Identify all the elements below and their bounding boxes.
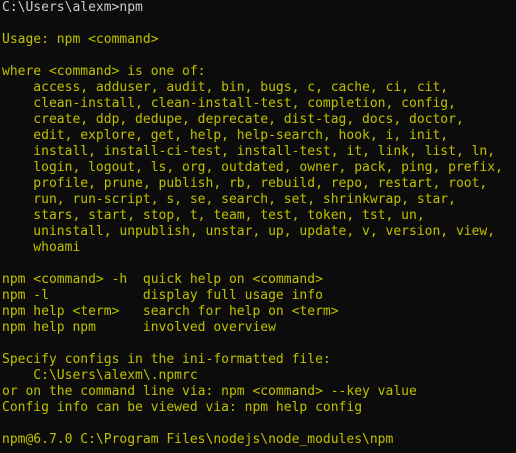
commands-line: edit, explore, get, help, help-search, h… — [2, 128, 449, 143]
commands-line: profile, prune, publish, rb, rebuild, re… — [2, 176, 488, 191]
config-line: C:\Users\alexm\.npmrc — [2, 368, 198, 383]
usage-line: Usage: npm <command> — [2, 32, 159, 47]
scrollbar[interactable] — [512, 0, 516, 453]
commands-line: whoami — [2, 240, 81, 255]
commands-line: stars, start, stop, t, team, test, token… — [2, 208, 425, 223]
help-line: npm help npm involved overview — [2, 320, 276, 335]
command-prompt-line: C:\Users\alexm>npm — [2, 0, 143, 15]
commands-line: create, ddp, dedupe, deprecate, dist-tag… — [2, 112, 464, 127]
config-line: Specify configs in the ini-formatted fil… — [2, 352, 331, 367]
config-line: or on the command line via: npm <command… — [2, 384, 417, 399]
commands-line: login, logout, ls, org, outdated, owner,… — [2, 160, 503, 175]
config-line: Config info can be viewed via: npm help … — [2, 400, 363, 415]
commands-line: run, run-script, s, se, search, set, shr… — [2, 192, 456, 207]
help-line: npm -l display full usage info — [2, 288, 323, 303]
help-line: npm <command> -h quick help on <command> — [2, 272, 323, 287]
npm-version-line: npm@6.7.0 C:\Program Files\nodejs\node_m… — [2, 432, 394, 447]
commands-header: where <command> is one of: — [2, 64, 206, 79]
help-line: npm help <term> search for help on <term… — [2, 304, 339, 319]
commands-line: access, adduser, audit, bin, bugs, c, ca… — [2, 80, 449, 95]
commands-line: install, install-ci-test, install-test, … — [2, 144, 496, 159]
terminal-window[interactable]: C:\Users\alexm>npm Usage: npm <command> … — [0, 0, 516, 453]
commands-line: clean-install, clean-install-test, compl… — [2, 96, 456, 111]
commands-line: uninstall, unpublish, unstar, up, update… — [2, 224, 496, 239]
